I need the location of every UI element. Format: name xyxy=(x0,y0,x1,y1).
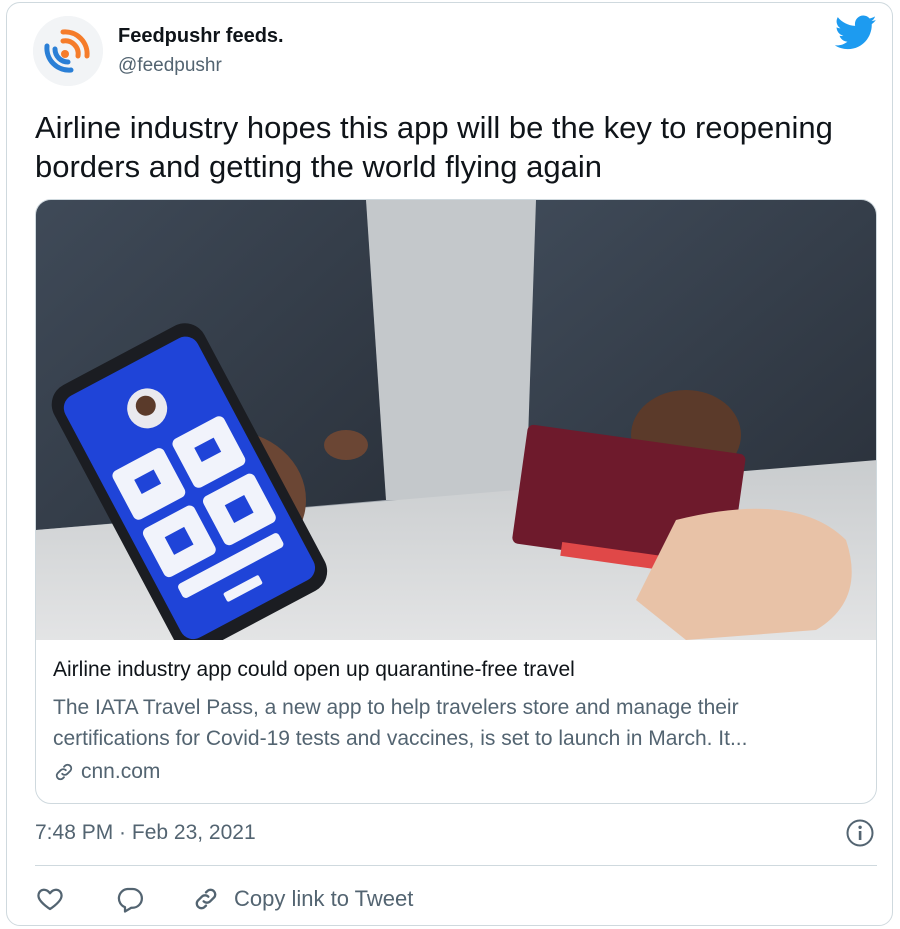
copy-link-button[interactable]: Copy link to Tweet xyxy=(192,881,413,917)
author-handle[interactable]: @feedpushr xyxy=(118,55,222,77)
author-name[interactable]: Feedpushr feeds. xyxy=(118,25,284,48)
link-domain-text: cnn.com xyxy=(81,760,161,783)
reply-button[interactable] xyxy=(115,881,145,917)
tweet-card: Feedpushr feeds. @feedpushr Airline indu… xyxy=(6,2,893,926)
article-image xyxy=(36,200,876,640)
divider xyxy=(35,865,877,866)
link-card-title: Airline industry app could open up quara… xyxy=(53,658,575,681)
heart-icon xyxy=(35,884,65,914)
link-card-description: The IATA Travel Pass, a new app to help … xyxy=(53,696,748,750)
twitter-bird-icon[interactable] xyxy=(835,15,877,51)
tweet-timestamp[interactable]: 7:48 PM · Feb 23, 2021 xyxy=(35,821,256,845)
info-icon[interactable] xyxy=(845,818,875,848)
avatar[interactable] xyxy=(33,16,103,86)
link-icon xyxy=(53,761,75,783)
feedpushr-logo-icon xyxy=(33,16,103,86)
reply-icon xyxy=(115,884,145,914)
link-card-domain[interactable]: cnn.com xyxy=(53,760,160,784)
link-preview-card[interactable]: Airline industry app could open up quara… xyxy=(35,199,877,804)
tweet-text: Airline industry hopes this app will be … xyxy=(35,110,833,184)
link-icon xyxy=(192,885,220,913)
copy-link-label: Copy link to Tweet xyxy=(234,886,414,911)
like-button[interactable] xyxy=(35,881,65,917)
